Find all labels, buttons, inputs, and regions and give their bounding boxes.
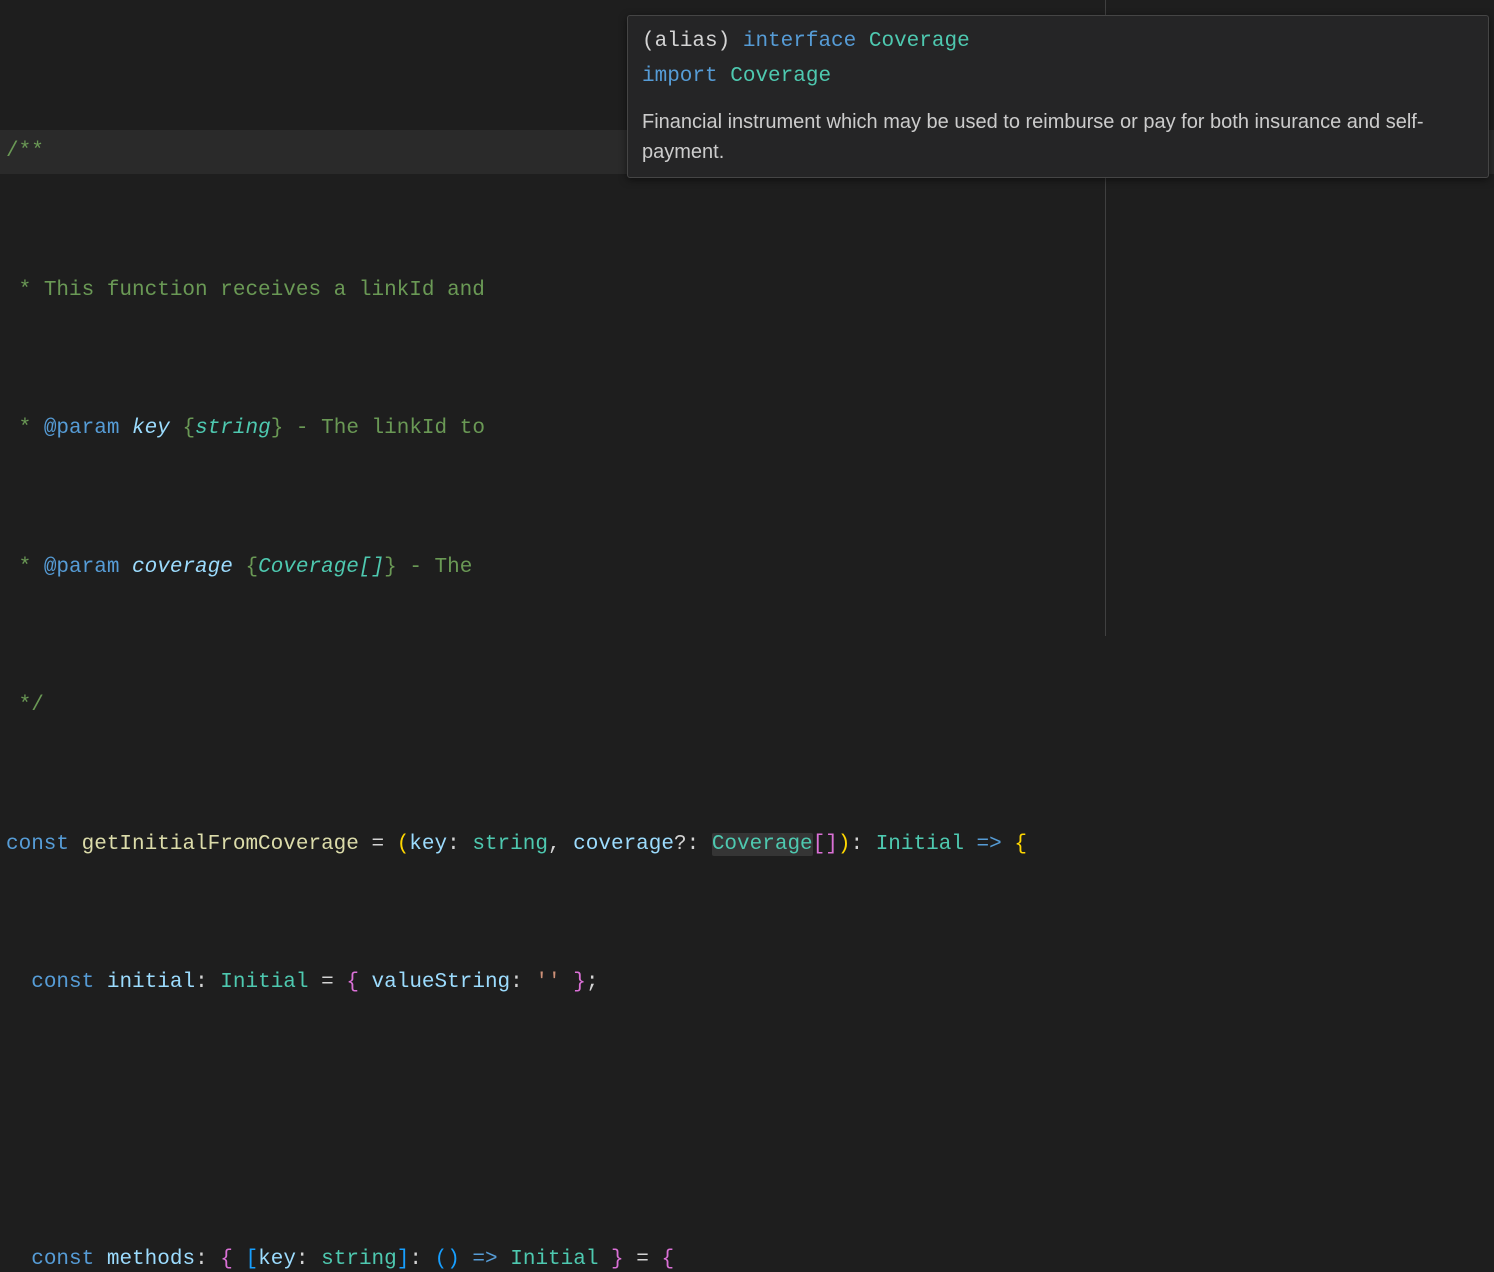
code-line[interactable]: const methods: { [key: string]: () => In… (0, 1238, 1494, 1272)
punct: : (296, 1248, 321, 1271)
brace: } (598, 1248, 623, 1271)
punct: , (548, 833, 573, 856)
paren: ) (838, 833, 851, 856)
code-line[interactable]: * @param coverage {Coverage[]} - The (0, 546, 1494, 590)
brace: { (346, 971, 359, 994)
brace: { (220, 1248, 233, 1271)
brace: { (1014, 833, 1027, 856)
code-line[interactable]: * This function receives a linkId and (0, 269, 1494, 313)
type-ref: Initial (876, 833, 964, 856)
brace: { (245, 556, 258, 579)
comment-text: - The linkId to (283, 417, 497, 440)
hover-paren: ( (642, 30, 655, 53)
punct: ; (586, 971, 599, 994)
punct: : (409, 1248, 434, 1271)
identifier: valueString (359, 971, 510, 994)
jsdoc-tag: @param (44, 417, 120, 440)
comment-text: /** (6, 140, 44, 163)
hover-paren: ) (718, 30, 731, 53)
comment-text: * (6, 417, 44, 440)
punct: = (624, 1248, 662, 1271)
punct: ? (674, 833, 687, 856)
jsdoc-tag: @param (44, 556, 120, 579)
keyword: const (6, 833, 69, 856)
paren: ) (447, 1248, 460, 1271)
hover-tooltip[interactable]: (alias) interface Coverage import Covera… (627, 15, 1489, 178)
hover-doc: Financial instrument which may be used t… (642, 107, 1474, 167)
param-name: key (132, 417, 170, 440)
brace: { (661, 1248, 674, 1271)
brace: } (561, 971, 586, 994)
paren: ( (397, 833, 410, 856)
comment-text: - The (397, 556, 485, 579)
bracket: ] (397, 1248, 410, 1271)
arrow: => (964, 833, 1014, 856)
type-ref: Initial (220, 971, 308, 994)
hover-signature: import Coverage (642, 61, 1474, 94)
punct: : (510, 971, 535, 994)
code-line[interactable]: const initial: Initial = { valueString: … (0, 961, 1494, 1005)
punct: = (309, 971, 347, 994)
hover-type: Coverage (869, 30, 970, 53)
type-ref: Coverage[] (258, 556, 384, 579)
brace: } (384, 556, 397, 579)
comment-text: This function receives a linkId and (44, 279, 498, 302)
bracket: [] (813, 833, 838, 856)
identifier: key (258, 1248, 296, 1271)
keyword: const (31, 1248, 94, 1271)
hover-keyword: import (642, 65, 718, 88)
punct: : (195, 971, 220, 994)
brace: } (271, 417, 284, 440)
identifier: coverage (573, 833, 674, 856)
comment-text: * (6, 279, 44, 302)
identifier: key (409, 833, 447, 856)
hover-alias-label: alias (655, 30, 718, 53)
paren: ( (435, 1248, 448, 1271)
string: '' (535, 971, 560, 994)
type-ref: string (321, 1248, 397, 1271)
punct: : (850, 833, 875, 856)
hover-signature: (alias) interface Coverage (642, 26, 1474, 59)
type-ref: string (195, 417, 271, 440)
type-ref: string (472, 833, 548, 856)
punct: : (447, 833, 472, 856)
code-line[interactable] (0, 1100, 1494, 1144)
bracket: [ (233, 1248, 258, 1271)
param-name: coverage (132, 556, 233, 579)
code-line[interactable]: const getInitialFromCoverage = (key: str… (0, 823, 1494, 867)
hover-keyword: interface (743, 30, 856, 53)
punct: = (359, 833, 397, 856)
type-ref: Initial (510, 1248, 598, 1271)
punct: : (687, 833, 712, 856)
identifier: initial (107, 971, 195, 994)
comment-text: */ (6, 694, 44, 717)
code-line[interactable]: * @param key {string} - The linkId to (0, 407, 1494, 451)
punct: : (195, 1248, 220, 1271)
code-line[interactable]: */ (0, 684, 1494, 728)
comment-text: * (6, 556, 44, 579)
identifier: methods (107, 1248, 195, 1271)
keyword: const (31, 971, 94, 994)
type-ref: Coverage (712, 833, 813, 856)
function-name: getInitialFromCoverage (82, 833, 359, 856)
arrow: => (460, 1248, 510, 1271)
brace: { (182, 417, 195, 440)
hover-type: Coverage (730, 65, 831, 88)
